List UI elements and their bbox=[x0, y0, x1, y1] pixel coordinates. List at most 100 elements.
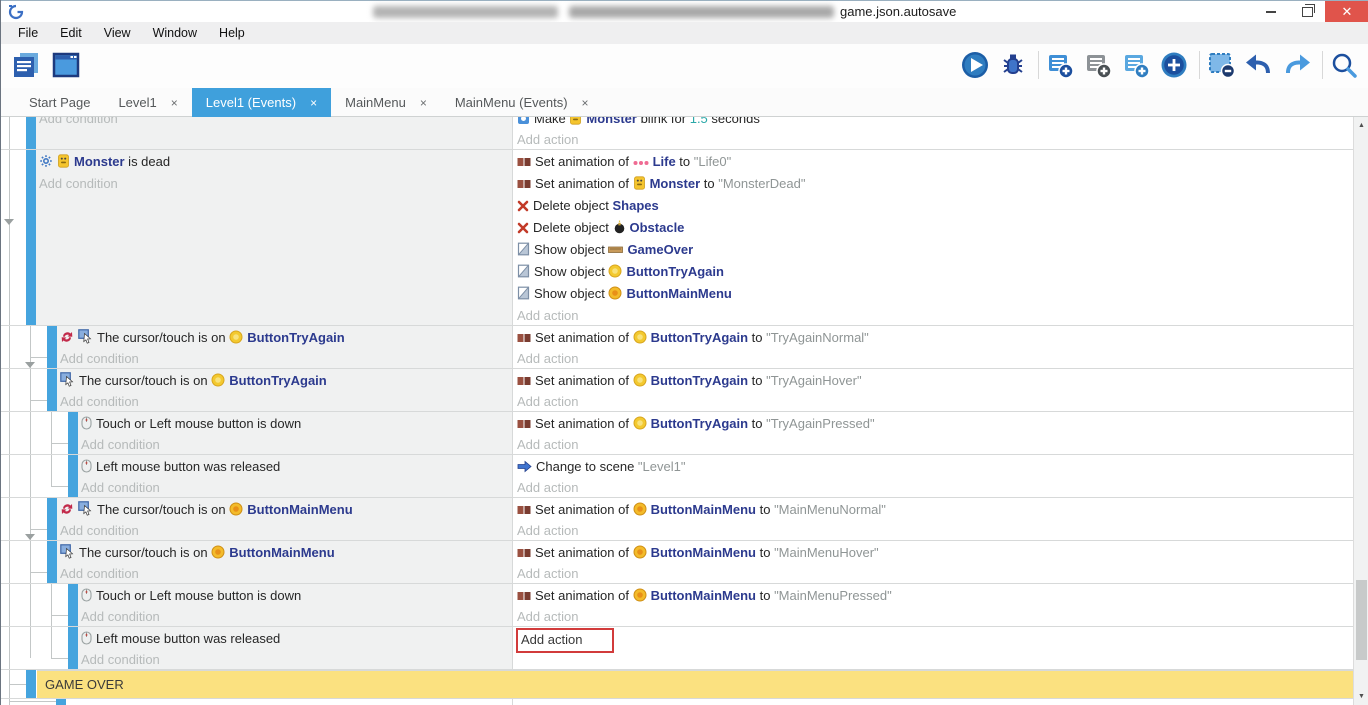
add-comment-button[interactable] bbox=[1123, 50, 1153, 80]
action-line[interactable]: Set animation of ButtonMainMenu to "Main… bbox=[517, 542, 1352, 563]
menu-item-view[interactable]: View bbox=[93, 22, 142, 44]
coin-orange-icon bbox=[608, 286, 622, 300]
tab-level1-events-[interactable]: Level1 (Events)× bbox=[192, 88, 331, 117]
action-line[interactable]: Make Monster blink for 1.5 seconds bbox=[517, 117, 1352, 129]
tab-level1[interactable]: Level1× bbox=[104, 88, 191, 117]
tab-close-icon[interactable]: × bbox=[310, 96, 317, 110]
hearts-icon bbox=[633, 158, 649, 168]
add-action-button[interactable]: Add action bbox=[517, 563, 1352, 584]
add-action-button[interactable]: Add action bbox=[517, 434, 1352, 455]
add-action-button[interactable]: Add action bbox=[517, 520, 1352, 541]
condition-line[interactable]: Touch or Left mouse button is down bbox=[81, 413, 512, 434]
add-condition-button[interactable]: Add condition bbox=[81, 606, 512, 627]
condition-line[interactable]: Left mouse button was released bbox=[81, 628, 512, 649]
add-new-button[interactable] bbox=[1161, 50, 1191, 80]
event-selection-bar[interactable] bbox=[56, 699, 66, 705]
menu-item-help[interactable]: Help bbox=[208, 22, 256, 44]
action-line[interactable]: Show object GameOver bbox=[517, 239, 1352, 261]
menu-item-file[interactable]: File bbox=[7, 22, 49, 44]
event-selection-bar[interactable] bbox=[68, 412, 78, 454]
tab-close-icon[interactable]: × bbox=[171, 96, 178, 110]
add-subevent-button[interactable] bbox=[1085, 50, 1115, 80]
action-line[interactable]: Set animation of Monster to "MonsterDead… bbox=[517, 173, 1352, 195]
event-selection-bar[interactable] bbox=[26, 670, 36, 698]
action-line[interactable]: Set animation of Life to "Life0" bbox=[517, 151, 1352, 173]
event-selection-bar[interactable] bbox=[26, 117, 36, 149]
add-condition-button[interactable]: Add condition bbox=[81, 477, 512, 498]
condition-line[interactable]: The cursor/touch is on ButtonTryAgain bbox=[60, 327, 512, 348]
coin-yellow-icon bbox=[229, 330, 243, 344]
add-action-button[interactable]: Add action bbox=[517, 477, 1352, 498]
add-condition-button[interactable]: Add condition bbox=[60, 348, 512, 369]
comment-game-over: GAME OVER bbox=[1, 669, 1353, 698]
tab-start-page[interactable]: Start Page bbox=[15, 88, 104, 117]
event-selection-bar[interactable] bbox=[47, 369, 57, 411]
menu-item-edit[interactable]: Edit bbox=[49, 22, 93, 44]
condition-line[interactable]: The cursor/touch is on ButtonTryAgain bbox=[60, 370, 512, 391]
animation-icon bbox=[517, 178, 531, 190]
add-condition-button[interactable]: Add condition bbox=[39, 117, 512, 129]
scene-window-button[interactable] bbox=[53, 50, 83, 80]
add-action-button[interactable]: Add action bbox=[517, 606, 1352, 627]
add-condition-button[interactable]: Add condition bbox=[60, 391, 512, 412]
scene-arrow-icon bbox=[517, 460, 532, 473]
add-action-button-highlighted[interactable]: Add action bbox=[516, 628, 614, 653]
condition-line[interactable]: Monster is dead bbox=[39, 151, 512, 173]
action-line[interactable]: Delete object Shapes bbox=[517, 195, 1352, 217]
scroll-down-button[interactable]: ▼ bbox=[1354, 689, 1368, 704]
action-line[interactable]: Show object ButtonMainMenu bbox=[517, 283, 1352, 305]
event-selection-bar[interactable] bbox=[68, 455, 78, 497]
menu-item-window[interactable]: Window bbox=[142, 22, 208, 44]
tab-close-icon[interactable]: × bbox=[582, 96, 589, 110]
add-action-button[interactable]: Add action bbox=[517, 348, 1352, 369]
tab-mainmenu[interactable]: MainMenu× bbox=[331, 88, 441, 117]
event-selection-bar[interactable] bbox=[68, 584, 78, 626]
close-button[interactable]: ✕ bbox=[1325, 1, 1368, 23]
mouse-icon bbox=[81, 416, 92, 430]
scrollbar-thumb[interactable] bbox=[1356, 580, 1367, 660]
play-button[interactable] bbox=[962, 50, 992, 80]
redo-button[interactable] bbox=[1284, 50, 1314, 80]
add-condition-button[interactable]: Add condition bbox=[39, 173, 512, 195]
condition-line[interactable]: The cursor/touch is on ButtonMainMenu bbox=[60, 542, 512, 563]
comment-text[interactable]: GAME OVER bbox=[37, 670, 1353, 698]
condition-line[interactable]: The cursor/touch is on ButtonMainMenu bbox=[60, 499, 512, 520]
add-action-button[interactable]: Add action bbox=[517, 129, 1352, 150]
add-action-button[interactable]: Add action bbox=[517, 391, 1352, 412]
debug-icon bbox=[998, 50, 1028, 80]
remove-event-button[interactable] bbox=[1208, 50, 1238, 80]
event-selection-bar[interactable] bbox=[47, 326, 57, 368]
tab-close-icon[interactable]: × bbox=[420, 96, 427, 110]
action-line[interactable]: Set animation of ButtonTryAgain to "TryA… bbox=[517, 413, 1352, 434]
search-button[interactable] bbox=[1331, 50, 1361, 80]
action-line[interactable]: Set animation of ButtonTryAgain to "TryA… bbox=[517, 327, 1352, 348]
add-condition-button[interactable]: Add condition bbox=[60, 563, 512, 584]
action-line[interactable]: Set animation of ButtonMainMenu to "Main… bbox=[517, 585, 1352, 606]
event-selection-bar[interactable] bbox=[47, 498, 57, 540]
tab-mainmenu-events-[interactable]: MainMenu (Events)× bbox=[441, 88, 603, 117]
condition-line[interactable]: Touch or Left mouse button is down bbox=[81, 585, 512, 606]
scroll-up-button[interactable]: ▲ bbox=[1354, 118, 1368, 133]
add-condition-button[interactable]: Add condition bbox=[60, 520, 512, 541]
event-selection-bar[interactable] bbox=[26, 150, 36, 325]
event-selection-bar[interactable] bbox=[68, 627, 78, 669]
action-line[interactable]: Set animation of ButtonTryAgain to "TryA… bbox=[517, 370, 1352, 391]
debug-button[interactable] bbox=[1000, 50, 1030, 80]
restore-button[interactable] bbox=[1289, 1, 1325, 23]
action-line[interactable]: Show object ButtonTryAgain bbox=[517, 261, 1352, 283]
minimize-button[interactable] bbox=[1253, 1, 1289, 23]
add-event-button[interactable] bbox=[1047, 50, 1077, 80]
undo-button[interactable] bbox=[1246, 50, 1276, 80]
tab-label: Start Page bbox=[29, 95, 90, 110]
condition-line[interactable]: Left mouse button was released bbox=[81, 456, 512, 477]
event-selection-bar[interactable] bbox=[47, 541, 57, 583]
action-line[interactable]: Delete object Obstacle bbox=[517, 217, 1352, 239]
action-line[interactable]: Set animation of ButtonMainMenu to "Main… bbox=[517, 499, 1352, 520]
project-manager-button[interactable] bbox=[13, 50, 43, 80]
add-condition-button[interactable]: Add condition bbox=[81, 434, 512, 455]
action-line[interactable]: Change to scene "Level1" bbox=[517, 456, 1352, 477]
add-condition-button[interactable]: Add condition bbox=[81, 649, 512, 670]
add-action-button[interactable]: Add action bbox=[517, 305, 1352, 327]
vertical-scrollbar[interactable]: ▲ ▼ bbox=[1353, 117, 1368, 705]
search-icon bbox=[1329, 50, 1359, 80]
